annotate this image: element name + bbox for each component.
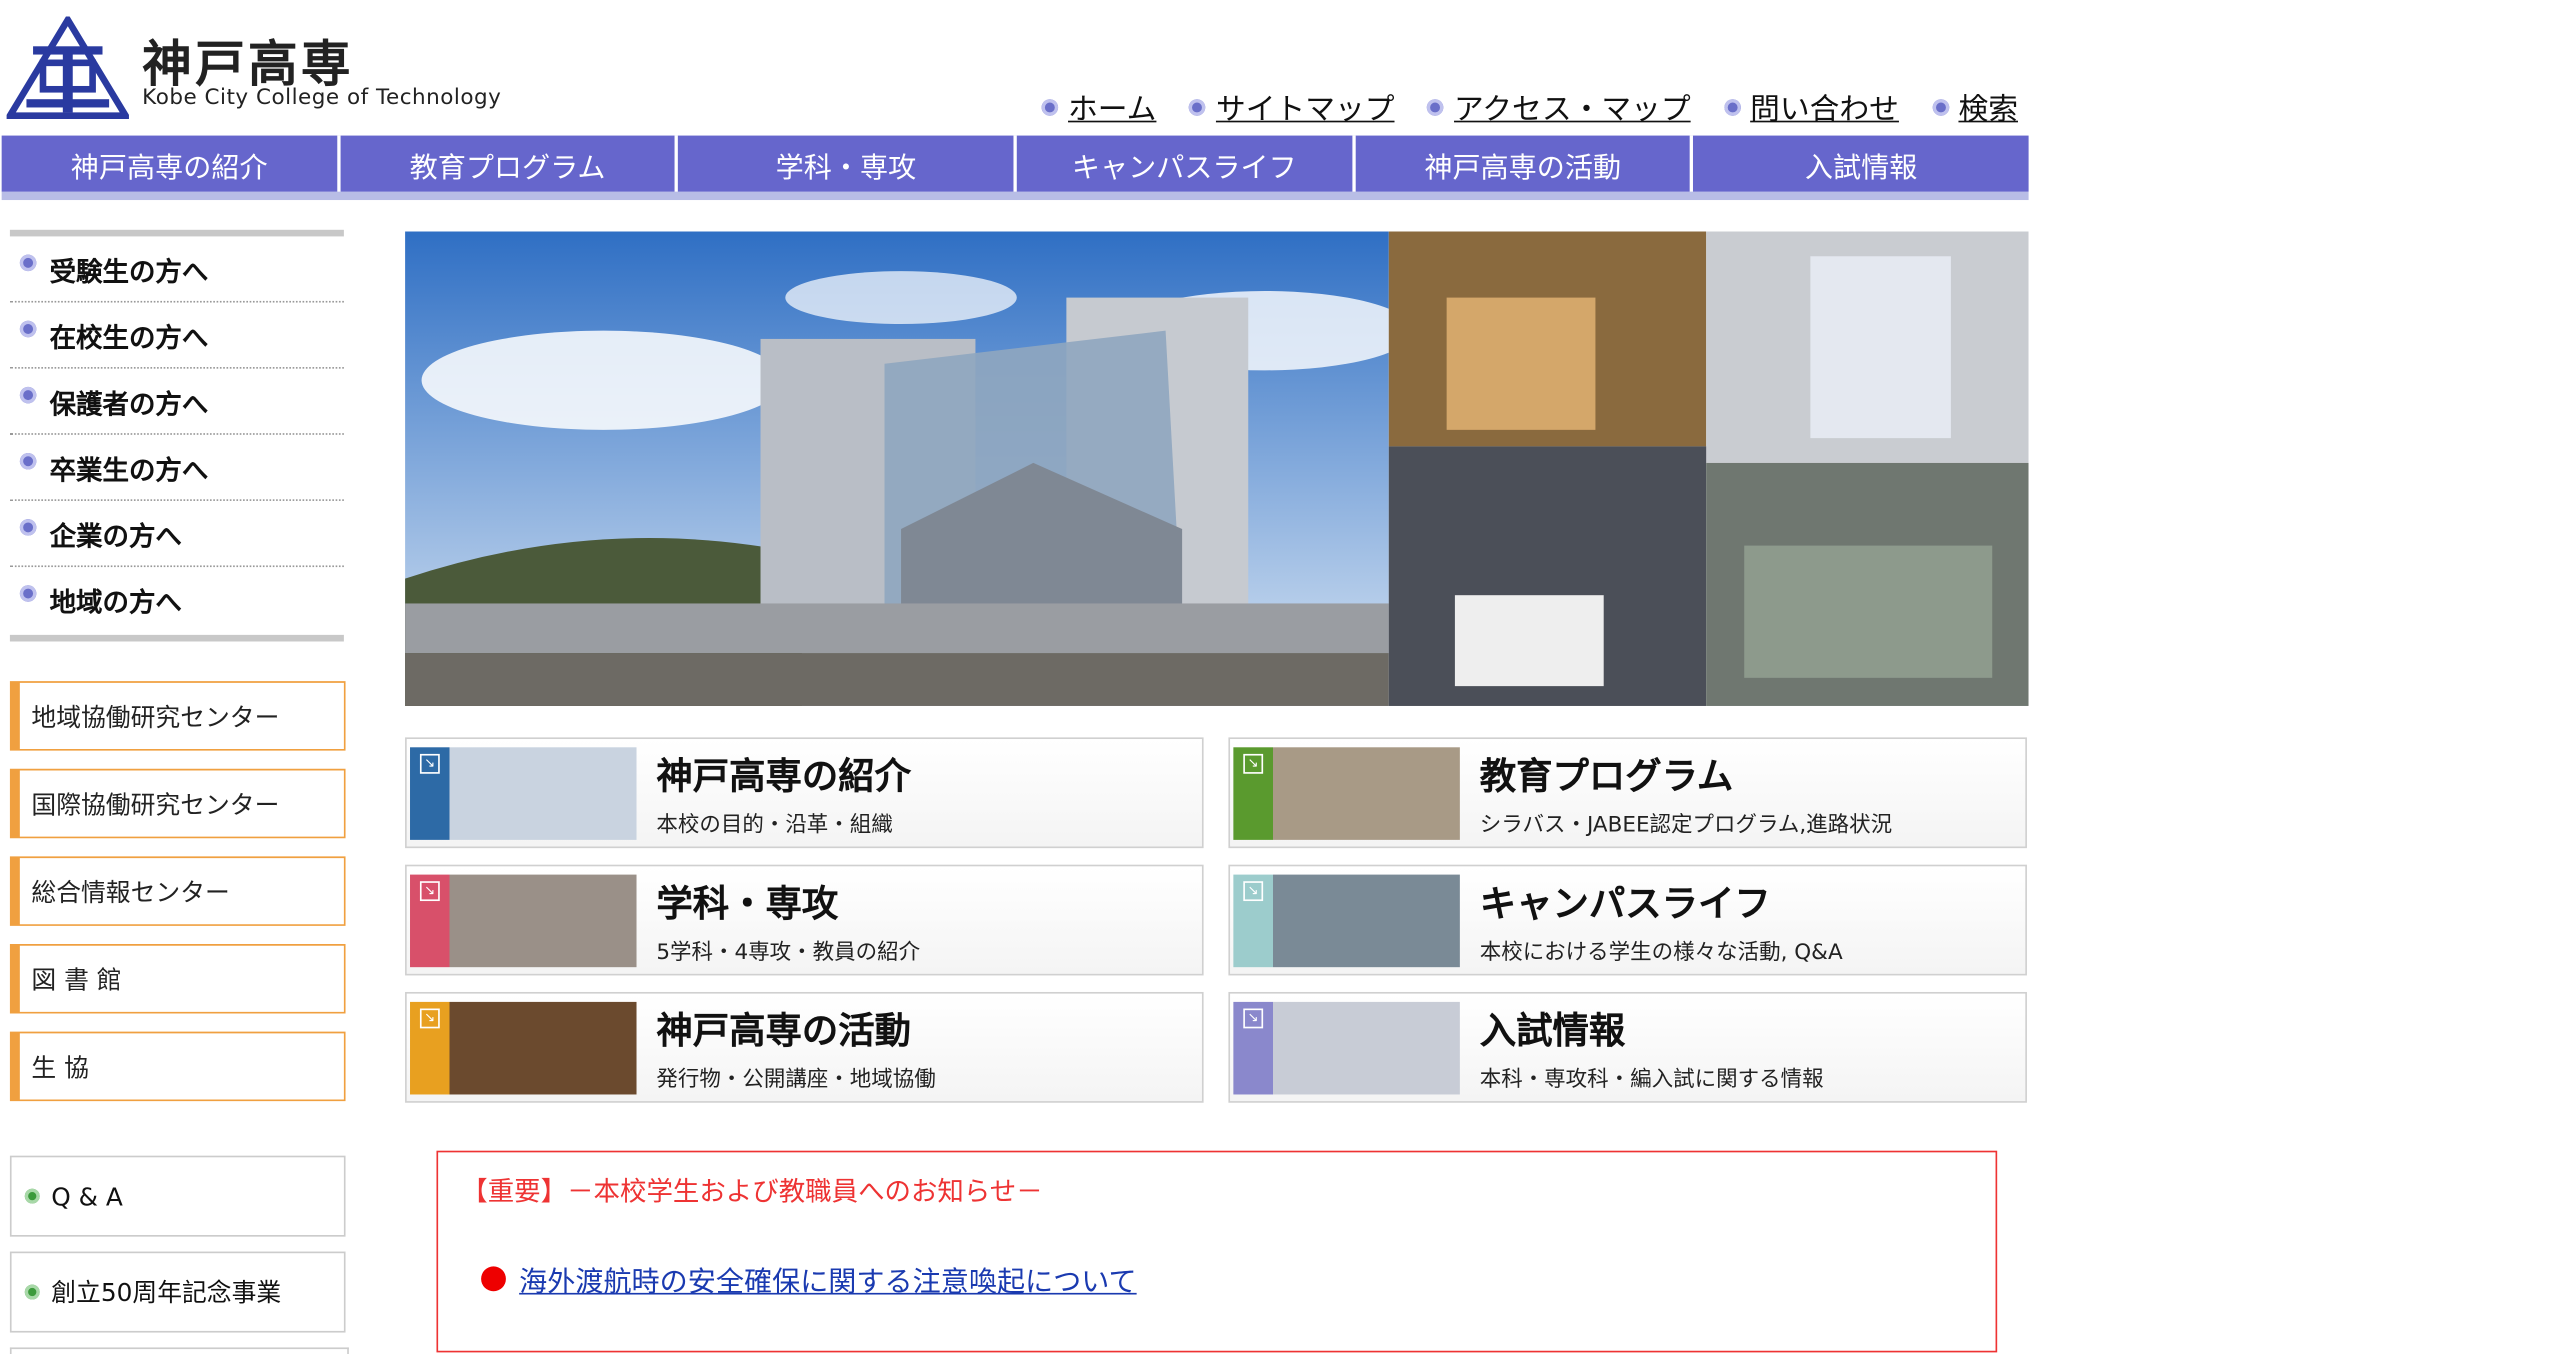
utility-nav: ホーム サイトマップ アクセス・マップ 問い合わせ 検索	[1041, 86, 2018, 129]
notice-link[interactable]: 海外渡航時の安全確保に関する注意喚起について	[519, 1258, 1137, 1299]
tile-subtitle: 本科・専攻科・編入試に関する情報	[1479, 1068, 1824, 1093]
college-logo[interactable]	[6, 16, 129, 123]
tile-title: 教育プログラム	[1479, 757, 1734, 799]
sidebar-item-applicants[interactable]: 受験生の方へ	[9, 236, 344, 303]
red-bullet-icon	[481, 1266, 506, 1292]
bullet-icon	[19, 452, 37, 469]
arrow-icon: ↘	[419, 1007, 440, 1028]
tile-title: キャンパスライフ	[1479, 884, 1771, 926]
sidebar-item-guardians[interactable]: 保護者の方へ	[9, 369, 344, 435]
util-link-home[interactable]: ホーム	[1041, 86, 1156, 129]
tile-subtitle: 本校の目的・沿革・組織	[656, 813, 893, 839]
tile-subtitle: 発行物・公開講座・地域協働	[656, 1068, 936, 1093]
arrow-icon: ↘	[1243, 880, 1264, 901]
bullet-icon	[19, 319, 37, 337]
arrow-icon: ↘	[419, 753, 440, 773]
main-nav: 神戸高専の紹介 教育プログラム 学科・専攻 キャンパスライフ 神戸高専の活動 入…	[1, 135, 2029, 192]
util-link-sitemap[interactable]: サイトマップ	[1189, 86, 1395, 129]
nav-underline	[1, 191, 2029, 201]
link-qa[interactable]: Q & A	[9, 1155, 346, 1237]
arrow-icon: ↘	[419, 880, 440, 901]
tile-departments[interactable]: ↘ 学科・専攻 5学科・4専攻・教員の紹介	[405, 864, 1204, 976]
link-international-research-center[interactable]: 国際協働研究センター	[9, 768, 346, 839]
site-subtitle: Kobe City College of Technology	[142, 85, 502, 111]
sidebar-rule	[9, 634, 344, 642]
site-title[interactable]: 神戸高専	[142, 23, 354, 96]
bullet-icon	[1932, 99, 1949, 116]
tile-thumbnail: ↘	[1233, 746, 1460, 840]
tile-thumbnail: ↘	[1233, 873, 1460, 967]
arrow-icon: ↘	[1243, 1007, 1264, 1028]
tile-title: 神戸高専の活動	[656, 1011, 911, 1054]
sidebar-rule	[9, 229, 344, 237]
tile-thumbnail: ↘	[1233, 1001, 1460, 1094]
sidebar-audience-list: 受験生の方へ 在校生の方へ 保護者の方へ 卒業生の方へ 企業の方へ 地域の方へ	[9, 236, 344, 631]
tile-about[interactable]: ↘ 神戸高専の紹介本校の目的・沿革・組織	[405, 737, 1204, 849]
bullet-icon	[24, 1284, 40, 1300]
important-notice: 【重要】－本校学生および教職員へのお知らせ－ 海外渡航時の安全確保に関する注意喚…	[436, 1150, 1998, 1353]
tile-title: 神戸高専の紹介	[656, 757, 911, 799]
nav-campus-life[interactable]: キャンパスライフ	[1017, 135, 1356, 192]
tile-education[interactable]: ↘ 教育プログラムシラバス・JABEE認定プログラム,進路状況	[1228, 737, 2027, 849]
link-library[interactable]: 図 書 館	[9, 944, 346, 1014]
bullet-icon	[1723, 99, 1741, 116]
sidebar-partial-box	[9, 1347, 349, 1354]
bullet-icon	[19, 386, 37, 403]
tile-subtitle: 5学科・4専攻・教員の紹介	[656, 940, 921, 966]
notice-item: 海外渡航時の安全確保に関する注意喚起について	[481, 1258, 1137, 1299]
nav-departments[interactable]: 学科・専攻	[678, 135, 1017, 192]
bullet-icon	[24, 1188, 40, 1204]
util-link-search[interactable]: 検索	[1932, 86, 2018, 129]
hero-campus-photo	[405, 231, 2029, 706]
tile-subtitle: シラバス・JABEE認定プログラム,進路状況	[1479, 813, 1893, 839]
arrow-icon: ↘	[1243, 753, 1264, 773]
bullet-icon	[1427, 99, 1445, 116]
tile-thumbnail: ↘	[410, 746, 637, 840]
sidebar-item-companies[interactable]: 企業の方へ	[9, 501, 344, 568]
sidebar-item-alumni[interactable]: 卒業生の方へ	[9, 435, 344, 501]
link-coop[interactable]: 生 協	[9, 1031, 346, 1102]
notice-heading: 【重要】－本校学生および教職員へのお知らせ－	[461, 1175, 1043, 1207]
nav-education[interactable]: 教育プログラム	[340, 135, 679, 192]
bullet-icon	[19, 518, 37, 535]
nav-activities[interactable]: 神戸高専の活動	[1355, 135, 1694, 192]
tile-thumbnail: ↘	[410, 873, 637, 967]
link-information-center[interactable]: 総合情報センター	[9, 856, 346, 926]
sidebar-item-community[interactable]: 地域の方へ	[10, 567, 344, 631]
link-regional-research-center[interactable]: 地域協働研究センター	[9, 681, 346, 751]
link-50th-anniversary[interactable]: 創立50周年記念事業	[9, 1251, 346, 1333]
tile-subtitle: 本校における学生の様々な活動, Q&A	[1479, 940, 1843, 966]
nav-about[interactable]: 神戸高専の紹介	[2, 135, 341, 192]
tile-thumbnail: ↘	[410, 1001, 637, 1094]
bullet-icon	[1041, 99, 1059, 116]
bullet-icon	[19, 584, 37, 601]
tile-admissions[interactable]: ↘ 入試情報本科・専攻科・編入試に関する情報	[1228, 991, 2027, 1103]
tile-campus-life[interactable]: ↘ キャンパスライフ本校における学生の様々な活動, Q&A	[1228, 864, 2027, 976]
nav-admissions[interactable]: 入試情報	[1694, 136, 2029, 192]
tile-title: 入試情報	[1479, 1011, 1626, 1054]
tile-title: 学科・専攻	[656, 884, 839, 926]
tile-activities[interactable]: ↘ 神戸高専の活動発行物・公開講座・地域協働	[405, 991, 1204, 1103]
util-link-access[interactable]: アクセス・マップ	[1427, 86, 1691, 129]
sidebar-item-students[interactable]: 在校生の方へ	[9, 303, 344, 369]
bullet-icon	[19, 253, 37, 271]
bullet-icon	[1189, 99, 1207, 116]
util-link-contact[interactable]: 問い合わせ	[1723, 86, 1899, 129]
